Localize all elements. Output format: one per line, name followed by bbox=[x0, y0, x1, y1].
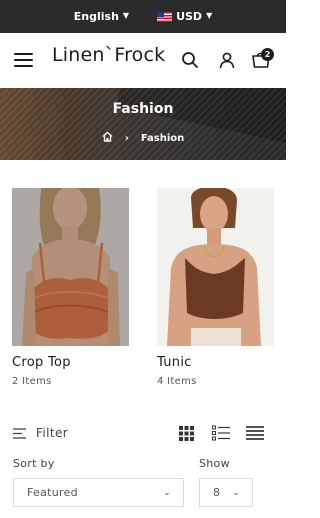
category-card-tunic[interactable]: Tunic 4 Items bbox=[157, 188, 274, 387]
breadcrumb: › Fashion bbox=[0, 131, 286, 145]
site-logo[interactable]: Linen`Frock bbox=[52, 44, 165, 66]
show-label: Show bbox=[199, 457, 230, 470]
category-name[interactable]: Tunic bbox=[157, 355, 274, 370]
filter-icon bbox=[13, 427, 26, 439]
us-flag-icon bbox=[157, 11, 173, 22]
breadcrumb-current: Fashion bbox=[140, 132, 185, 144]
category-card-crop-top[interactable]: Crop Top 2 Items bbox=[12, 188, 129, 387]
category-name[interactable]: Crop Top bbox=[12, 355, 129, 370]
top-bar: English ▼ USD ▼ bbox=[0, 0, 286, 33]
filter-label: Filter bbox=[36, 426, 69, 440]
cart-count-badge: 2 bbox=[261, 48, 274, 61]
language-selector[interactable]: English ▼ bbox=[74, 10, 129, 23]
sort-by-label: Sort by bbox=[13, 457, 55, 470]
grid-view-icon[interactable] bbox=[178, 425, 196, 441]
chevron-down-icon: ⌄ bbox=[232, 487, 240, 498]
breadcrumb-separator-icon: › bbox=[124, 132, 129, 144]
compact-list-view-icon[interactable] bbox=[246, 425, 264, 441]
category-item-count: 2 Items bbox=[12, 376, 52, 387]
chevron-down-icon: ▼ bbox=[206, 11, 213, 20]
filter-button[interactable]: Filter bbox=[13, 426, 68, 440]
category-item-count: 4 Items bbox=[157, 376, 197, 387]
page-banner: Fashion › Fashion bbox=[0, 88, 286, 160]
show-count-select[interactable]: 8 ⌄ bbox=[199, 478, 253, 507]
list-view-icon[interactable] bbox=[212, 425, 230, 441]
category-image-crop-top[interactable] bbox=[12, 188, 129, 346]
sort-by-value: Featured bbox=[27, 486, 78, 499]
sort-by-select[interactable]: Featured ⌄ bbox=[13, 478, 184, 507]
home-icon[interactable] bbox=[102, 131, 113, 145]
category-image-tunic[interactable] bbox=[157, 188, 274, 346]
language-label: English bbox=[73, 10, 119, 23]
chevron-down-icon: ⌄ bbox=[163, 487, 171, 498]
show-count-value: 8 bbox=[213, 486, 221, 499]
search-icon[interactable] bbox=[179, 49, 201, 71]
site-header: Linen`Frock 2 bbox=[0, 33, 286, 88]
currency-label: USD bbox=[176, 10, 203, 23]
cart-icon[interactable]: 2 bbox=[250, 48, 274, 71]
currency-selector[interactable]: USD ▼ bbox=[157, 10, 212, 23]
menu-icon[interactable] bbox=[14, 53, 33, 67]
banner-texture bbox=[0, 88, 286, 160]
chevron-down-icon: ▼ bbox=[122, 11, 130, 20]
page-title: Fashion bbox=[112, 101, 174, 117]
user-icon[interactable] bbox=[216, 49, 238, 71]
